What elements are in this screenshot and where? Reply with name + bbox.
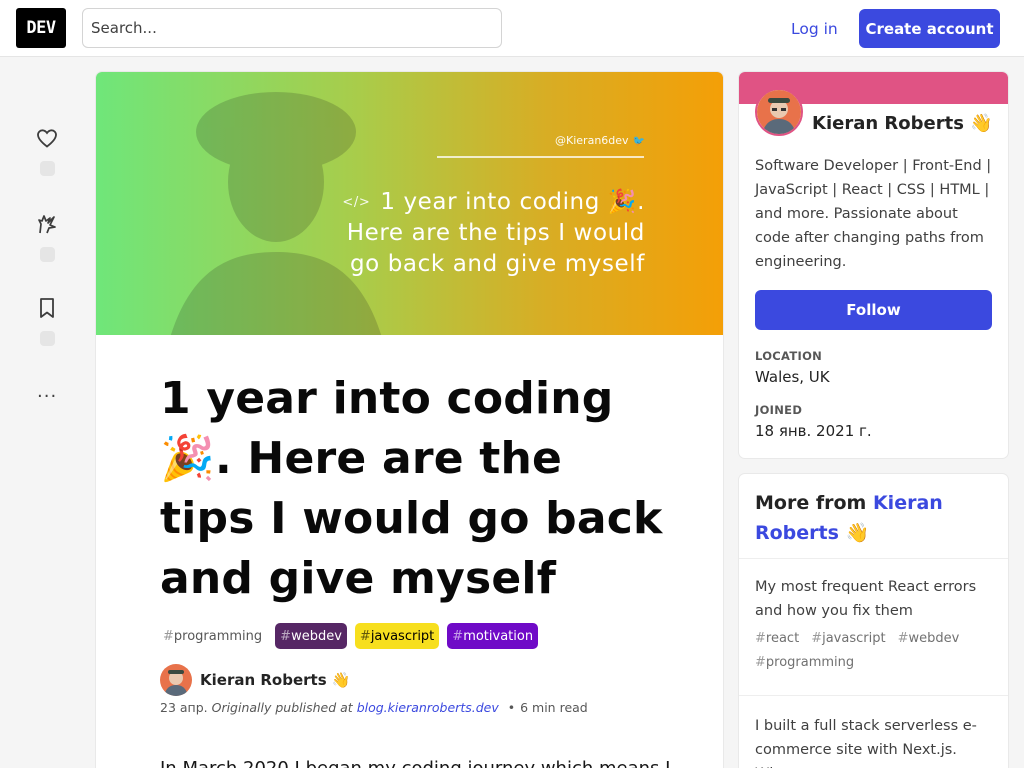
like-reaction[interactable] bbox=[30, 126, 64, 176]
profile-name[interactable]: Kieran Roberts 👋 bbox=[812, 113, 993, 134]
heart-icon[interactable] bbox=[35, 126, 59, 150]
tag-javascript[interactable]: #javascript bbox=[811, 629, 885, 649]
cover-title-line3: go back and give myself bbox=[349, 251, 645, 277]
unicorn-reaction[interactable] bbox=[30, 212, 64, 262]
login-link[interactable]: Log in bbox=[775, 9, 854, 48]
tag-hash: # bbox=[811, 631, 823, 646]
article-body-first-line: In March 2020 I began my coding journey … bbox=[160, 755, 670, 768]
code-icon: </> bbox=[342, 195, 371, 210]
cover-handle-text: @Kieran6dev bbox=[555, 134, 629, 147]
more-from-item[interactable]: My most frequent React errors and how yo… bbox=[739, 559, 1008, 696]
bookmark-icon[interactable] bbox=[35, 296, 59, 320]
tag-label: motivation bbox=[463, 628, 534, 644]
originally-published-text: Originally published at bbox=[211, 700, 353, 715]
location-label: LOCATION bbox=[755, 349, 823, 363]
joined-label: JOINED bbox=[755, 403, 803, 417]
more-from-heading: More from Kieran Roberts 👋 bbox=[739, 474, 1008, 559]
tag-label: programming bbox=[173, 628, 263, 644]
unicorn-icon[interactable] bbox=[35, 212, 59, 236]
more-options-icon[interactable]: ... bbox=[37, 383, 57, 401]
cover-title-line1: 1 year into coding 🎉. bbox=[380, 189, 645, 215]
profile-avatar[interactable] bbox=[755, 88, 803, 136]
more-from-item-title[interactable]: I built a full stack serverless e-commer… bbox=[755, 714, 992, 768]
more-from-item-title[interactable]: My most frequent React errors and how yo… bbox=[755, 575, 992, 623]
bookmark-count bbox=[39, 331, 55, 346]
dev-logo[interactable]: DEV bbox=[16, 8, 66, 48]
author-profile-card: Kieran Roberts 👋 Software Developer | Fr… bbox=[739, 72, 1008, 458]
tag-hash: # bbox=[163, 628, 174, 644]
top-header: DEV Log in Create account bbox=[0, 0, 1024, 57]
tag-webdev[interactable]: #webdev bbox=[898, 629, 960, 649]
tag-label: programming bbox=[765, 655, 855, 670]
bookmark-reaction[interactable] bbox=[30, 296, 64, 346]
joined-value: 18 янв. 2021 г. bbox=[755, 422, 872, 440]
follow-button[interactable]: Follow bbox=[755, 290, 992, 330]
author-avatar[interactable] bbox=[160, 664, 192, 696]
article-card: @Kieran6dev 🐦 </> 1 year into coding 🎉. He… bbox=[96, 72, 723, 768]
cover-image: @Kieran6dev 🐦 </> 1 year into coding 🎉. He… bbox=[96, 72, 723, 335]
more-from-item[interactable]: I built a full stack serverless e-commer… bbox=[739, 696, 1008, 768]
location-value: Wales, UK bbox=[755, 368, 830, 386]
tag-programming[interactable]: #programming bbox=[160, 623, 267, 649]
article-author[interactable]: Kieran Roberts 👋 bbox=[160, 664, 351, 696]
more-from-prefix: More from bbox=[755, 492, 867, 514]
like-count bbox=[39, 161, 55, 176]
tag-webdev[interactable]: #webdev bbox=[275, 623, 347, 649]
tag-hash: # bbox=[280, 628, 292, 644]
author-name[interactable]: Kieran Roberts 👋 bbox=[200, 671, 351, 689]
twitter-icon: 🐦 bbox=[632, 136, 645, 147]
tag-label: javascript bbox=[822, 631, 886, 646]
unicorn-count bbox=[39, 247, 55, 262]
more-from-item-tags: #react #javascript #webdev #programming bbox=[755, 629, 992, 673]
tag-hash: # bbox=[897, 631, 909, 646]
tag-javascript[interactable]: #javascript bbox=[354, 623, 440, 649]
tag-label: webdev bbox=[291, 628, 342, 644]
cover-title: </> 1 year into coding 🎉. Here are the ti… bbox=[225, 187, 645, 280]
tag-motivation[interactable]: # motivation bbox=[447, 623, 539, 649]
cover-twitter-handle: @Kieran6dev 🐦 bbox=[555, 134, 645, 147]
tag-hash: # bbox=[755, 631, 766, 646]
blog-link[interactable]: blog.kieranroberts.dev bbox=[357, 700, 499, 715]
tag-label: javascript bbox=[370, 628, 435, 644]
more-from-author-card: More from Kieran Roberts 👋 My most frequ… bbox=[739, 474, 1008, 768]
wave-emoji: 👋 bbox=[845, 522, 870, 544]
cover-title-line2: Here are the tips I would bbox=[346, 220, 645, 246]
meta-separator: • bbox=[507, 700, 516, 715]
tag-label: webdev bbox=[908, 631, 960, 646]
tag-programming[interactable]: #programming bbox=[755, 653, 854, 673]
publish-date: 23 апр. bbox=[160, 700, 208, 715]
article-title: 1 year into coding 🎉. Here are the tips … bbox=[160, 373, 663, 604]
profile-bio: Software Developer | Front-End | JavaScr… bbox=[755, 158, 992, 270]
read-time: 6 min read bbox=[520, 700, 588, 715]
article-tags: # programming # webdev # javascript # motiva… bbox=[160, 623, 539, 649]
tag-hash: # bbox=[755, 655, 766, 670]
cover-divider bbox=[437, 156, 644, 158]
tag-hash: # bbox=[452, 628, 464, 644]
tag-label: react bbox=[765, 631, 800, 646]
search-input[interactable] bbox=[82, 8, 502, 48]
article-meta: 23 апр. Originally published at blog.kie… bbox=[160, 700, 588, 715]
tag-react[interactable]: #react bbox=[755, 629, 799, 649]
create-account-button[interactable]: Create account bbox=[859, 9, 1000, 48]
tag-hash: # bbox=[359, 628, 371, 644]
